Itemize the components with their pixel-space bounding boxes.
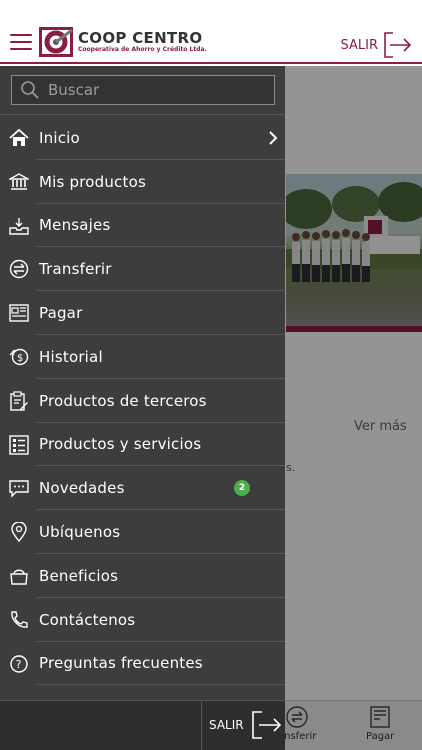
chat-icon — [9, 480, 29, 499]
logout-button-drawer[interactable]: SALIR — [209, 711, 282, 739]
chevron-right-icon — [269, 131, 278, 145]
history-icon: $ — [9, 348, 29, 366]
notification-badge: 2 — [234, 480, 250, 497]
menu-item-ubiquenos[interactable]: Ubíquenos — [0, 510, 285, 554]
menu-item-transferir[interactable]: Transferir — [0, 247, 285, 291]
location-pin-icon — [11, 522, 27, 543]
search-bar — [11, 75, 275, 105]
divider — [201, 701, 202, 750]
menu-item-label: Novedades — [39, 479, 125, 498]
menu-item-label: Beneficios — [39, 566, 119, 585]
menu-item-productos-terceros[interactable]: Productos de terceros — [0, 379, 285, 423]
menu-item-contactenos[interactable]: Contáctenos — [0, 598, 285, 642]
menu-item-label: Historial — [39, 347, 103, 366]
drawer-footer: SALIR — [0, 700, 285, 750]
logout-label: SALIR — [209, 718, 244, 732]
menu-item-novedades[interactable]: Novedades 2 — [0, 466, 285, 510]
svg-text:?: ? — [16, 658, 22, 671]
menu-item-label: Productos de terceros — [39, 391, 207, 410]
logo-name: COOP CENTRO — [78, 29, 203, 47]
menu-item-label: Transferir — [39, 260, 112, 279]
logout-icon — [384, 32, 412, 58]
menu-item-label: Ubíquenos — [39, 523, 121, 542]
logout-label: SALIR — [340, 37, 379, 53]
pay-icon — [9, 304, 29, 322]
menu-item-label: Inicio — [39, 128, 80, 147]
logout-button-top[interactable]: SALIR — [341, 32, 413, 58]
hamburger-menu-icon[interactable] — [10, 34, 32, 52]
menu-item-label: Mis productos — [39, 172, 146, 191]
phone-icon — [11, 611, 28, 628]
side-drawer: Inicio Mis productos Mensajes — [0, 66, 285, 750]
menu-item-inicio[interactable]: Inicio — [0, 116, 285, 160]
search-icon — [21, 81, 39, 99]
bag-icon — [10, 569, 28, 585]
clipboard-icon — [10, 391, 28, 411]
logout-icon — [251, 711, 281, 739]
menu-item-label: Preguntas frecuentes — [39, 654, 203, 673]
menu-item-mis-productos[interactable]: Mis productos — [0, 160, 285, 204]
menu-item-mensajes[interactable]: Mensajes — [0, 204, 285, 248]
menu-item-productos-servicios[interactable]: Productos y servicios — [0, 423, 285, 467]
logo-subtitle: Cooperativa de Ahorro y Crédito Ltda. — [78, 46, 207, 53]
question-icon: ? — [10, 654, 28, 673]
menu-item-label: Productos y servicios — [39, 435, 202, 454]
menu-item-beneficios[interactable]: Beneficios — [0, 554, 285, 598]
menu-item-label: Contáctenos — [39, 610, 136, 629]
app-header: COOP CENTRO Cooperativa de Ahorro y Créd… — [0, 0, 422, 64]
menu-item-label: Pagar — [39, 304, 83, 323]
divider — [0, 114, 285, 115]
bank-icon — [9, 172, 29, 190]
search-input[interactable] — [48, 81, 248, 99]
menu-item-historial[interactable]: $ Historial — [0, 335, 285, 379]
drawer-menu: Inicio Mis productos Mensajes Transferir… — [0, 116, 285, 686]
inbox-icon — [9, 217, 29, 235]
home-icon — [9, 128, 29, 146]
menu-item-preguntas-frecuentes[interactable]: ? Preguntas frecuentes — [0, 642, 285, 686]
menu-item-label: Mensajes — [39, 216, 111, 235]
coop-centro-logo: COOP CENTRO Cooperativa de Ahorro y Créd… — [38, 26, 207, 58]
svg-text:$: $ — [17, 353, 23, 364]
menu-item-pagar[interactable]: Pagar — [0, 291, 285, 335]
logo-mark-icon — [39, 27, 73, 57]
transfer-icon — [9, 260, 29, 279]
list-icon — [9, 434, 29, 455]
